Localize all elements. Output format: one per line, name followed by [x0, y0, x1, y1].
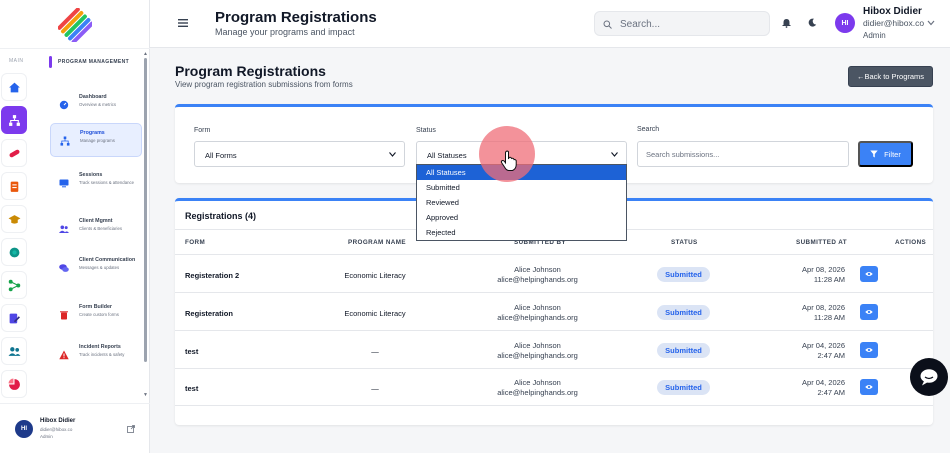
eye-icon — [865, 310, 873, 314]
page-title: Program Registrations — [215, 9, 377, 26]
sidebar-item-incident-reports[interactable]: Incident Reports Track incidents & safet… — [50, 338, 142, 372]
gauge-icon — [59, 100, 69, 110]
column-header: STATUS — [671, 239, 698, 246]
sidebar-user-card: HI Hibox Didier didier@hibox.co Admin — [0, 403, 150, 453]
submissions-search-input[interactable] — [646, 148, 841, 161]
sidebar-item-programs[interactable]: Programs Manage programs — [50, 123, 142, 157]
content-subtitle: View program registration submissions fr… — [175, 80, 353, 89]
table-row[interactable]: Registeration 2 Economic Literacy Alice … — [175, 256, 933, 293]
rail-edit-file-icon[interactable] — [1, 304, 27, 332]
monitor-icon — [59, 179, 69, 188]
sidebar: MAIN PROGRAM MANAGEMENT Dashboard Overvi… — [0, 0, 150, 453]
eye-icon — [865, 272, 873, 276]
sidebar-item-client-communication[interactable]: Client Communication Messages & updates — [50, 251, 142, 285]
page-subtitle: Manage your programs and impact — [215, 27, 355, 37]
sitemap-icon — [60, 136, 70, 146]
chevron-down-icon — [611, 152, 618, 157]
chat-icon — [920, 369, 938, 386]
hand-pointer-icon — [500, 150, 517, 171]
user-email: didier@hibox.co — [40, 427, 73, 432]
sidebar-item-sessions[interactable]: Sessions Track sessions & attendance — [50, 166, 142, 200]
view-button[interactable] — [860, 304, 878, 320]
rail-pie-chart-icon[interactable] — [1, 370, 27, 398]
rail-clipboard-icon[interactable] — [1, 172, 27, 200]
status-badge: Submitted — [657, 343, 710, 358]
moon-icon[interactable] — [808, 18, 817, 27]
eye-icon — [865, 385, 873, 389]
rail-home-icon[interactable] — [1, 73, 27, 101]
view-button[interactable] — [860, 266, 878, 282]
table-row[interactable]: Registeration Economic Literacy Alice Jo… — [175, 294, 933, 331]
sidebar-scrollbar[interactable]: ▲ ▼ — [143, 52, 148, 398]
filter-button[interactable]: Filter — [858, 141, 913, 167]
sidebar-item-form-builder[interactable]: Form Builder Create custom forms — [50, 298, 142, 332]
header-user-name: Hibox Didier — [863, 6, 922, 17]
sidebar-item-dashboard[interactable]: Dashboard Overview & metrics — [50, 88, 142, 122]
funnel-icon — [870, 150, 878, 158]
chat-button[interactable] — [910, 358, 948, 396]
rail-graduation-icon[interactable] — [1, 205, 27, 233]
app-logo[interactable] — [58, 8, 92, 42]
view-button[interactable] — [860, 342, 878, 358]
avatar[interactable]: HI — [835, 13, 855, 33]
status-badge: Submitted — [657, 267, 710, 282]
status-option-rejected[interactable]: Rejected — [417, 225, 626, 240]
column-header: SUBMITTED AT — [796, 239, 847, 246]
status-badge: Submitted — [657, 380, 710, 395]
sidebar-item-client-mgmnt[interactable]: Client Mgmnt Clients & Beneficiaries — [50, 212, 142, 246]
external-link-icon[interactable] — [127, 425, 135, 433]
user-role: Admin — [40, 434, 53, 439]
header-user-email: didier@hibox.co — [863, 18, 925, 28]
column-header: PROGRAM NAME — [348, 239, 406, 246]
column-header: ACTIONS — [895, 239, 927, 246]
main-section-label: MAIN — [9, 58, 24, 64]
submissions-search[interactable] — [637, 141, 849, 167]
table-heading: Registrations (4) — [185, 211, 257, 221]
warning-icon — [59, 350, 69, 360]
trash-icon — [60, 311, 68, 320]
rail-users-icon[interactable] — [1, 337, 27, 365]
user-name: Hibox Didier — [40, 418, 76, 424]
hamburger-icon[interactable] — [177, 17, 189, 29]
eye-icon — [865, 348, 873, 352]
status-filter-label: Status — [416, 127, 436, 134]
comments-icon — [59, 264, 69, 272]
sidebar-nav-panel: PROGRAM MANAGEMENT Dashboard Overview & … — [46, 52, 146, 398]
column-header: FORM — [185, 239, 206, 246]
scroll-down-icon[interactable]: ▼ — [143, 393, 148, 398]
rail-circle-icon[interactable] — [1, 238, 27, 266]
search-icon — [603, 20, 612, 29]
search-input[interactable] — [620, 16, 765, 32]
scroll-up-icon[interactable]: ▲ — [143, 52, 148, 57]
back-to-programs-button[interactable]: ←Back to Programs — [848, 66, 933, 87]
table-row[interactable]: test — Alice Johnson alice@helpinghands.o… — [175, 332, 933, 369]
rail-pill-icon[interactable] — [1, 139, 27, 167]
program-management-label: PROGRAM MANAGEMENT — [58, 59, 130, 65]
status-badge: Submitted — [657, 305, 710, 320]
top-header: Program Registrations Manage your progra… — [150, 0, 950, 48]
content-title: Program Registrations — [175, 63, 326, 79]
chevron-down-icon[interactable] — [927, 20, 935, 26]
scroll-thumb[interactable] — [144, 58, 147, 362]
search-filter-label: Search — [637, 126, 660, 133]
status-option-submitted[interactable]: Submitted — [417, 180, 626, 195]
rail-network-icon[interactable] — [1, 271, 27, 299]
header-user-role: Admin — [863, 31, 886, 40]
view-button[interactable] — [860, 379, 878, 395]
avatar[interactable]: HI — [15, 420, 33, 438]
users-icon — [59, 225, 69, 233]
status-option-reviewed[interactable]: Reviewed — [417, 195, 626, 210]
form-select[interactable]: All Forms — [194, 141, 405, 167]
rail-sitemap-icon[interactable] — [1, 106, 27, 134]
table-row[interactable]: test — Alice Johnson alice@helpinghands.o… — [175, 369, 933, 406]
bell-icon[interactable] — [782, 18, 791, 28]
form-filter-label: Form — [194, 127, 211, 134]
status-option-approved[interactable]: Approved — [417, 210, 626, 225]
global-search[interactable] — [594, 11, 770, 36]
chevron-down-icon — [389, 152, 396, 157]
